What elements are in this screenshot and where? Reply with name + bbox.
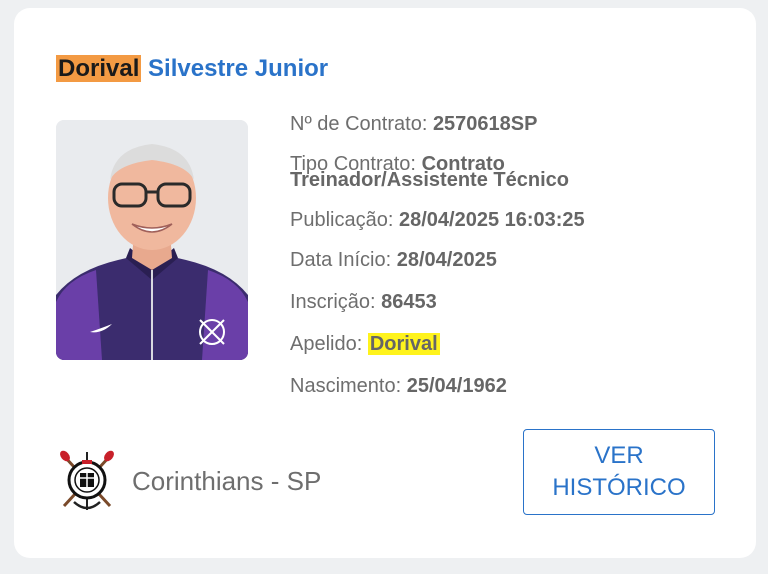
contract-number-row: Nº de Contrato: 2570618SP xyxy=(290,112,537,136)
contract-number-value: 2570618SP xyxy=(432,113,538,135)
birth-value: 25/04/1962 xyxy=(406,375,507,397)
person-name: Dorival Silvestre Junior xyxy=(56,54,328,84)
birth-label: Nascimento: xyxy=(290,375,402,397)
publication-value: 28/04/2025 16:03:25 xyxy=(398,209,585,231)
start-date-value: 28/04/2025 xyxy=(396,249,497,271)
start-date-row: Data Início: 28/04/2025 xyxy=(290,248,497,272)
club-logo-icon xyxy=(60,450,114,510)
registration-row: Inscrição: 86453 xyxy=(290,290,437,314)
registration-value: 86453 xyxy=(381,291,437,313)
publication-row: Publicação: 28/04/2025 16:03:25 xyxy=(290,208,585,232)
nickname-label: Apelido: xyxy=(290,333,363,355)
club-name: Corinthians - SP xyxy=(132,465,322,496)
registration-label: Inscrição: xyxy=(290,291,376,313)
view-history-button[interactable]: VER HISTÓRICO xyxy=(523,429,715,515)
nickname-value: Dorival xyxy=(367,333,440,355)
nickname-row: Apelido: Dorival xyxy=(290,332,440,356)
start-date-label: Data Início: xyxy=(290,249,392,271)
first-name-highlight: Dorival xyxy=(56,55,142,82)
publication-label: Publicação: xyxy=(290,209,394,231)
contract-number-label: Nº de Contrato: xyxy=(290,113,428,135)
birth-row: Nascimento: 25/04/1962 xyxy=(290,374,507,398)
contract-type-value-2: Treinador/Assistente Técnico xyxy=(290,169,569,191)
rest-name: Silvestre Junior xyxy=(141,55,329,82)
coach-card: Dorival Silvestre Junior Nº de Contrato:… xyxy=(14,8,756,558)
club-info: Corinthians - SP xyxy=(60,448,321,514)
person-photo xyxy=(56,120,248,360)
